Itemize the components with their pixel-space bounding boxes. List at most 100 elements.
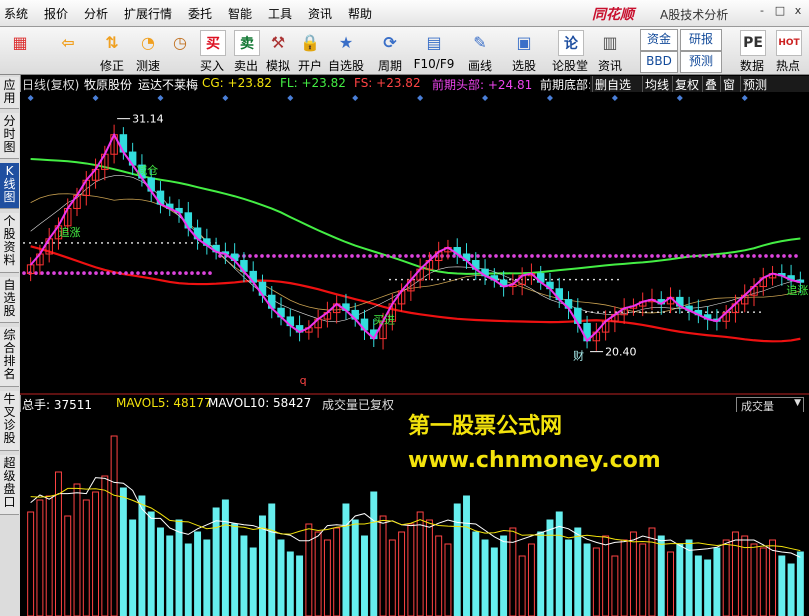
volume-bar [240, 535, 248, 616]
level-dot [722, 254, 726, 258]
kline-chart[interactable]: 31.14 20.40 减仓追涨买进 追涨财 q [20, 92, 809, 395]
level-dot [59, 242, 61, 244]
toolbar-text-icon: 论 [558, 30, 584, 56]
toolbar-button-star-icon[interactable]: ★ 自选股 [328, 30, 364, 74]
level-dot [248, 254, 252, 258]
level-dot [401, 278, 403, 281]
level-dot [41, 242, 43, 244]
level-dot [362, 254, 366, 258]
level-dot [266, 254, 270, 258]
volume-bar [184, 543, 192, 616]
level-dot [710, 254, 714, 258]
cycle-icon: ⟳ [383, 32, 397, 52]
toolbar-button-text-16[interactable]: PE 数据 [736, 30, 768, 73]
level-dot [392, 254, 396, 258]
toolbar-fund-button[interactable]: 资金 [640, 29, 678, 51]
toolbar-button-text-17[interactable]: HOT 热点 [772, 30, 804, 73]
level-dot [106, 271, 110, 275]
level-dot [76, 271, 80, 275]
level-dot [479, 278, 481, 281]
level-dot [506, 254, 510, 258]
level-dot [443, 278, 445, 281]
menu-smart[interactable]: 智能 [228, 5, 252, 22]
level-dot [22, 271, 26, 275]
level-dot [716, 254, 720, 258]
level-dot [40, 271, 44, 275]
toolbar-button-news-icon[interactable]: ▥ 资讯 [594, 30, 626, 74]
level-dot [191, 242, 193, 244]
period-label: 日线(复权) [22, 78, 80, 92]
menu-quote[interactable]: 报价 [44, 5, 68, 22]
menu-help[interactable]: 帮助 [348, 5, 372, 22]
level-dot [584, 254, 588, 258]
toolbar-button-back-arrow-icon[interactable]: ⇦ [52, 30, 84, 72]
toolbar-research-button[interactable]: 研报 [680, 29, 722, 51]
level-dot [585, 311, 587, 314]
toolbar: ▦ ⇦ ⇅ 修正 ◔ 测速 ◷ 买买入卖卖出 ⚒ 模拟 🔒 开户 ★ 自选股 ⟳ 周期 ▤ F10/F9 ✎ 画线 ▣ 选… [0, 27, 809, 75]
sidebar-tab-7[interactable]: 超级盘口 [0, 455, 19, 515]
toolbar-bbd-button[interactable]: BBD [640, 51, 678, 73]
toolbar-label: 热点 [775, 59, 800, 73]
tab-remove-favorite[interactable]: 删自选 [592, 76, 633, 93]
level-dot [64, 271, 68, 275]
minimize-icon[interactable]: - [754, 4, 770, 18]
sidebar-tab-0[interactable]: 应用 [0, 77, 19, 109]
indicator-select[interactable]: 成交量 ▼ [736, 397, 804, 413]
level-dot [449, 278, 451, 281]
tab-ma[interactable]: 均线 [642, 76, 671, 93]
sidebar-tab-6[interactable]: 牛叉诊股 [0, 391, 19, 451]
toolbar-button-select-icon[interactable]: ▣ 选股 [508, 30, 540, 74]
menu-analysis[interactable]: 分析 [84, 5, 108, 22]
level-dot [416, 254, 420, 258]
tab-forecast[interactable]: 预测 [740, 76, 769, 93]
maximize-icon[interactable]: □ [772, 4, 788, 18]
sidebar-tab-5[interactable]: 综合排名 [0, 327, 19, 387]
toolbar-button-text-14[interactable]: 论论股堂 [552, 30, 588, 73]
menu-extended-quote[interactable]: 扩展行情 [124, 5, 172, 22]
level-dot [650, 254, 654, 258]
tab-overlay[interactable]: 叠 [702, 76, 719, 93]
level-dot [581, 278, 583, 281]
volume-bar [166, 535, 174, 616]
toolbar-button-up-down-icon[interactable]: ⇅ 修正 [96, 30, 128, 74]
menu-system[interactable]: 系统 [4, 5, 28, 22]
menu-bar: 系统 报价 分析 扩展行情 委托 智能 工具 资讯 帮助 同花顺 A股技术分析 … [0, 0, 809, 27]
menu-tools[interactable]: 工具 [268, 5, 292, 22]
toolbar-forecast-button[interactable]: 预测 [680, 51, 722, 73]
level-dot [602, 254, 606, 258]
sidebar-tab-2[interactable]: K线图 [0, 163, 19, 209]
toolbar-label: 选股 [511, 59, 536, 73]
volume-bar [481, 539, 489, 616]
level-dot [125, 242, 127, 244]
close-icon[interactable]: x [790, 4, 806, 18]
menu-order[interactable]: 委托 [188, 5, 212, 22]
level-dot [651, 311, 653, 314]
high-price-label: 31.14 [132, 113, 164, 126]
toolbar-button-pencil-icon[interactable]: ✎ 画线 [464, 30, 496, 74]
level-dot [639, 311, 641, 314]
toolbar-button-speed-icon[interactable]: ◔ 测速 [132, 30, 164, 74]
toolbar-button-f10-icon[interactable]: ▤ F10/F9 [414, 30, 455, 72]
level-dot [218, 254, 222, 258]
toolbar-button-cycle-icon[interactable]: ⟳ 周期 [374, 30, 406, 74]
toolbar-label: 自选股 [327, 59, 364, 73]
volume-bar [351, 519, 359, 616]
sidebar-tab-4[interactable]: 自选股 [0, 277, 19, 323]
level-dot [136, 271, 140, 275]
tab-adjust[interactable]: 复权 [672, 76, 701, 93]
level-dot [572, 254, 576, 258]
level-dot [190, 271, 194, 275]
tab-window[interactable]: 窗 [720, 76, 737, 93]
level-dot [101, 242, 103, 244]
level-dot [533, 278, 535, 281]
level-dot [605, 278, 607, 281]
sidebar-tab-label: 应用 [3, 78, 16, 105]
level-dot [746, 254, 750, 258]
sidebar-tab-3[interactable]: 个股资料 [0, 213, 19, 273]
toolbar-button-grid-icon[interactable]: ▦ [4, 30, 36, 72]
volume-chart[interactable] [20, 412, 809, 616]
level-dot [686, 254, 690, 258]
menu-news[interactable]: 资讯 [308, 5, 332, 22]
toolbar-button-lock-icon[interactable]: 🔒 开户 [294, 30, 326, 74]
sidebar-tab-1[interactable]: 分时图 [0, 113, 19, 159]
